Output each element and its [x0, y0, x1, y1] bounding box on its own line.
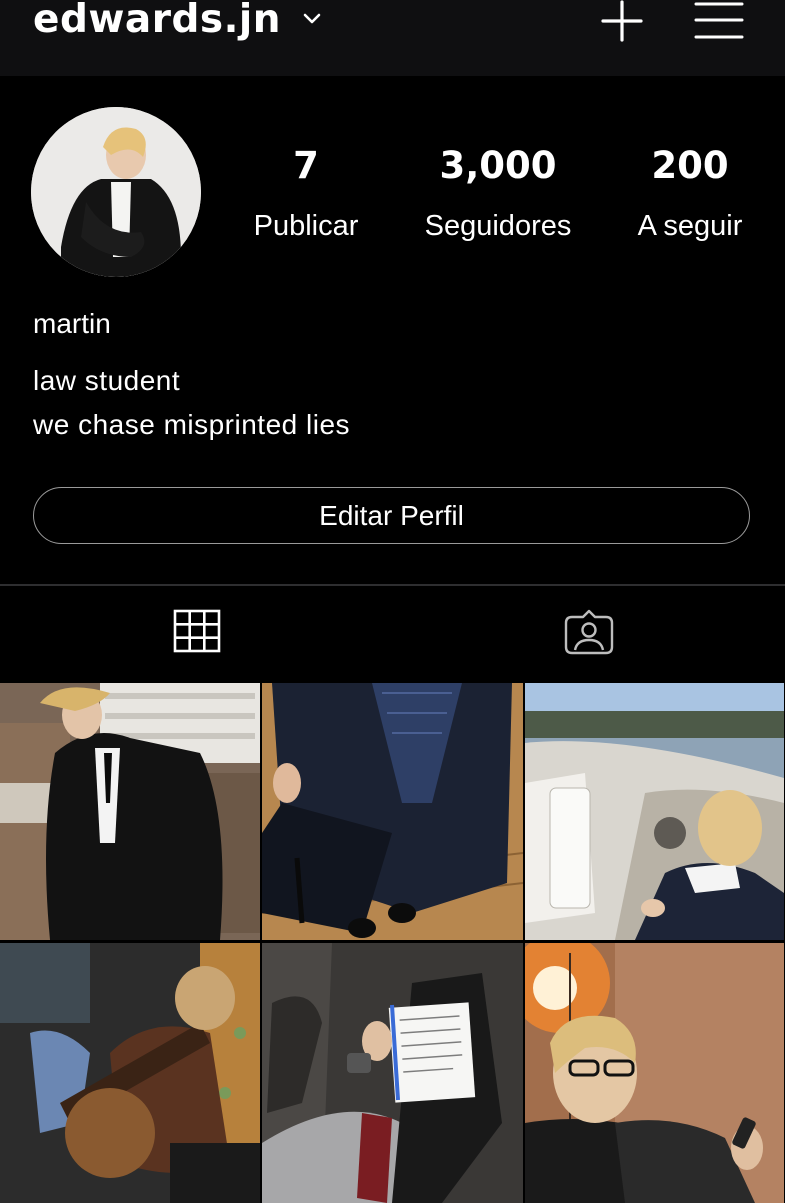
following-count: 200 [651, 144, 729, 187]
stat-following[interactable]: 200 A seguir [622, 140, 758, 246]
post-tile[interactable] [262, 683, 523, 940]
post-tile[interactable] [0, 943, 260, 1203]
profile-name: martin [33, 308, 111, 339]
posts-count: 7 [293, 144, 319, 187]
chevron-down-icon[interactable] [302, 12, 322, 26]
plus-icon[interactable] [600, 0, 644, 42]
top-bar: edwards.jn [0, 0, 785, 76]
following-label: A seguir [637, 210, 743, 242]
post-image [0, 943, 260, 1203]
profile-tabs [0, 586, 785, 680]
post-tile[interactable] [0, 683, 260, 940]
post-image [525, 683, 784, 940]
post-tile[interactable] [525, 943, 784, 1203]
edit-profile-button[interactable]: Editar Perfil [33, 487, 750, 544]
grid-icon [173, 609, 221, 653]
tagged-icon [564, 609, 614, 655]
post-tile[interactable] [525, 683, 784, 940]
post-image [262, 683, 523, 940]
post-image [0, 683, 260, 940]
post-image [262, 943, 523, 1203]
post-image [525, 943, 784, 1203]
avatar-photo [31, 107, 201, 277]
post-tile[interactable] [262, 943, 523, 1203]
username-title[interactable]: edwards.jn [33, 0, 281, 48]
bio-line: we chase misprinted lies [33, 409, 351, 440]
followers-label: Seguidores [424, 210, 572, 242]
menu-icon[interactable] [694, 0, 744, 42]
bio-line: law student [33, 365, 181, 396]
tab-grid[interactable] [150, 586, 244, 680]
posts-label: Publicar [253, 210, 359, 242]
profile-avatar[interactable] [31, 107, 201, 277]
followers-count: 3,000 [439, 144, 557, 187]
posts-grid [0, 683, 785, 1203]
stat-followers[interactable]: 3,000 Seguidores [408, 140, 588, 246]
tab-tagged[interactable] [542, 586, 636, 680]
stat-posts[interactable]: 7 Publicar [236, 140, 376, 246]
